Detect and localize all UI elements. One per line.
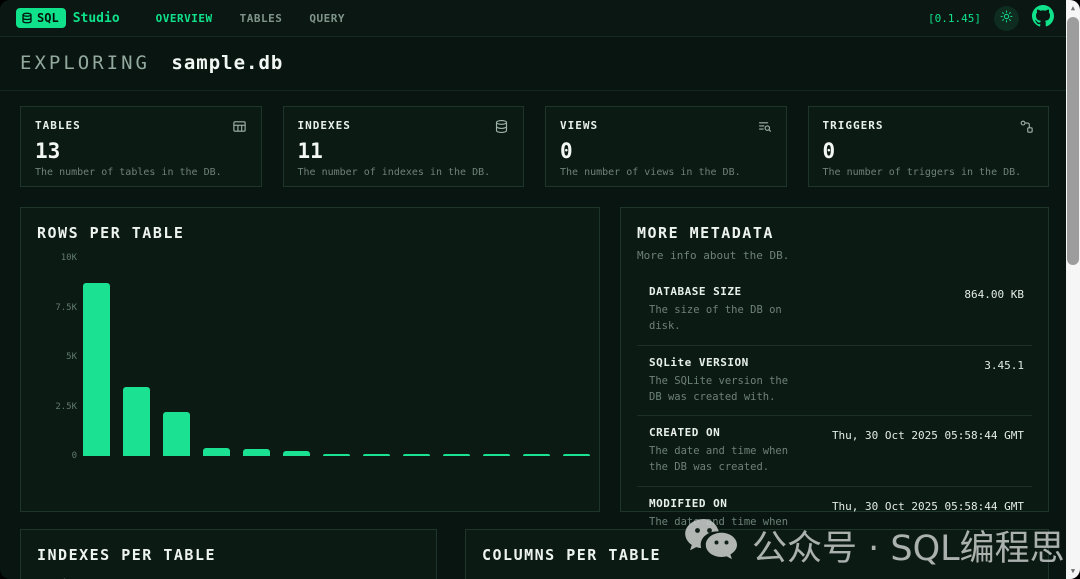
metadata-row-value: 3.45.1 bbox=[806, 356, 1024, 406]
indexes-chart: 4 bbox=[37, 574, 420, 579]
page-title: EXPLORING sample.db bbox=[20, 52, 1046, 74]
watermark-text: 公众号 · SQL编程思想 bbox=[752, 520, 1080, 571]
metric-cards: TABLES 13 The number of tables in the DB. I… bbox=[0, 91, 1066, 187]
sun-icon bbox=[1000, 10, 1013, 26]
metric-card-indexes: INDEXES 11 The number of indexes in the DB… bbox=[283, 106, 525, 187]
vertical-scrollbar[interactable]: ▲ ▼ bbox=[1066, 0, 1080, 579]
db-name: sample.db bbox=[171, 52, 283, 74]
y-axis-tick: 0 bbox=[72, 451, 77, 461]
navbar: SQL Studio OVERVIEW TABLES QUERY [0.1.45] bbox=[0, 0, 1066, 37]
navbar-right: [0.1.45] bbox=[928, 5, 1054, 31]
y-axis-tick: 7.5K bbox=[55, 303, 77, 313]
bar bbox=[123, 387, 150, 456]
metric-label: VIEWS bbox=[560, 119, 598, 132]
columns-chart: 16 bbox=[482, 574, 1032, 579]
app-logo[interactable]: SQL Studio bbox=[16, 8, 120, 28]
rows-per-table-panel: ROWS PER TABLE 10K 7.5K 5K 2.5K 0 bbox=[20, 207, 600, 512]
logo-text: Studio bbox=[73, 11, 120, 26]
bar bbox=[163, 412, 190, 456]
metadata-row-text: SQLite VERSION The SQLite version the DB … bbox=[649, 356, 792, 406]
indexes-per-table-panel: INDEXES PER TABLE 4 bbox=[20, 529, 437, 579]
bar bbox=[203, 448, 230, 456]
metadata-row-value: 864.00 KB bbox=[806, 285, 1024, 335]
version-badge: [0.1.45] bbox=[928, 12, 981, 25]
bar bbox=[563, 454, 590, 456]
metric-description: The number of tables in the DB. bbox=[35, 167, 247, 178]
rows-chart: 10K7.5K5K2.5K0 bbox=[37, 258, 583, 473]
github-icon bbox=[1032, 5, 1054, 31]
bar bbox=[283, 451, 310, 456]
watermark: 公众号 · SQL编程思想 bbox=[684, 518, 1080, 573]
metric-card-views: VIEWS 0 The number of views in the DB. bbox=[545, 106, 787, 187]
metadata-row-text: DATABASE SIZE The size of the DB on disk. bbox=[649, 285, 792, 335]
table-icon bbox=[232, 119, 247, 137]
page-header: EXPLORING sample.db bbox=[0, 37, 1066, 91]
metric-label: TRIGGERS bbox=[823, 119, 884, 132]
metadata-row: SQLite VERSION The SQLite version the DB … bbox=[637, 345, 1032, 416]
metadata-row-label: SQLite VERSION bbox=[649, 356, 792, 369]
scrollbar-thumb[interactable] bbox=[1067, 17, 1079, 265]
indexes-chart-title: INDEXES PER TABLE bbox=[37, 546, 420, 564]
metric-value: 0 bbox=[823, 141, 1035, 162]
metadata-row: DATABASE SIZE The size of the DB on disk.… bbox=[637, 275, 1032, 345]
bar bbox=[523, 454, 550, 456]
metadata-row-label: MODIFIED ON bbox=[649, 497, 792, 510]
github-link[interactable] bbox=[1032, 5, 1054, 31]
database-icon bbox=[494, 119, 509, 137]
nav-link-overview[interactable]: OVERVIEW bbox=[156, 12, 213, 25]
logo-badge-label: SQL bbox=[37, 11, 59, 25]
nav-link-tables[interactable]: TABLES bbox=[240, 12, 283, 25]
y-axis-tick: 2.5K bbox=[55, 402, 77, 412]
metric-description: The number of views in the DB. bbox=[560, 167, 772, 178]
metadata-row-value: Thu, 30 Oct 2025 05:58:44 GMT bbox=[806, 426, 1024, 476]
bar bbox=[443, 454, 470, 456]
list-search-icon bbox=[757, 119, 772, 137]
rows-chart-title: ROWS PER TABLE bbox=[37, 224, 583, 242]
scrollbar-up-arrow[interactable]: ▲ bbox=[1066, 1, 1080, 15]
metadata-panel: MORE METADATA More info about the DB. DA… bbox=[620, 207, 1049, 512]
nav-links: OVERVIEW TABLES QUERY bbox=[156, 12, 345, 25]
page-title-eyebrow: EXPLORING bbox=[20, 52, 150, 74]
metric-card-triggers: TRIGGERS 0 The number of triggers in the D… bbox=[808, 106, 1050, 187]
wechat-icon bbox=[684, 518, 738, 573]
rows-bars bbox=[83, 258, 581, 456]
y-axis-tick: 10K bbox=[61, 253, 77, 263]
logo-badge: SQL bbox=[16, 8, 66, 28]
metric-value: 11 bbox=[298, 141, 510, 162]
metadata-row-label: DATABASE SIZE bbox=[649, 285, 792, 298]
workflow-icon bbox=[1019, 119, 1034, 137]
bar bbox=[363, 454, 390, 456]
metric-value: 13 bbox=[35, 141, 247, 162]
metadata-row-label: CREATED ON bbox=[649, 426, 792, 439]
metric-description: The number of indexes in the DB. bbox=[298, 167, 510, 178]
bar bbox=[323, 454, 350, 456]
scrollbar-down-arrow[interactable]: ▼ bbox=[1066, 564, 1080, 578]
metadata-title: MORE METADATA bbox=[637, 224, 1032, 242]
metric-label: INDEXES bbox=[298, 119, 351, 132]
database-icon bbox=[21, 12, 33, 24]
sql-studio-app: SQL Studio OVERVIEW TABLES QUERY [0.1.45] bbox=[0, 0, 1080, 579]
metadata-rows: DATABASE SIZE The size of the DB on disk.… bbox=[637, 275, 1032, 556]
metadata-row: CREATED ON The date and time when the DB … bbox=[637, 415, 1032, 486]
bar bbox=[483, 454, 510, 456]
y-axis-tick: 5K bbox=[66, 352, 77, 362]
metadata-row-description: The SQLite version the DB was created wi… bbox=[649, 373, 792, 406]
bar bbox=[83, 283, 110, 456]
metadata-row-description: The date and time when the DB was create… bbox=[649, 443, 792, 476]
bar bbox=[243, 449, 270, 456]
metric-description: The number of triggers in the DB. bbox=[823, 167, 1035, 178]
nav-link-query[interactable]: QUERY bbox=[309, 12, 345, 25]
metadata-row-text: CREATED ON The date and time when the DB … bbox=[649, 426, 792, 476]
metadata-row-description: The size of the DB on disk. bbox=[649, 302, 792, 335]
bar bbox=[403, 454, 430, 456]
theme-toggle-button[interactable] bbox=[994, 6, 1019, 31]
metric-label: TABLES bbox=[35, 119, 81, 132]
metric-value: 0 bbox=[560, 141, 772, 162]
charts-row: ROWS PER TABLE 10K 7.5K 5K 2.5K 0 MORE METAD… bbox=[0, 187, 1066, 512]
metric-card-tables: TABLES 13 The number of tables in the DB. bbox=[20, 106, 262, 187]
metadata-subtitle: More info about the DB. bbox=[637, 249, 1032, 262]
